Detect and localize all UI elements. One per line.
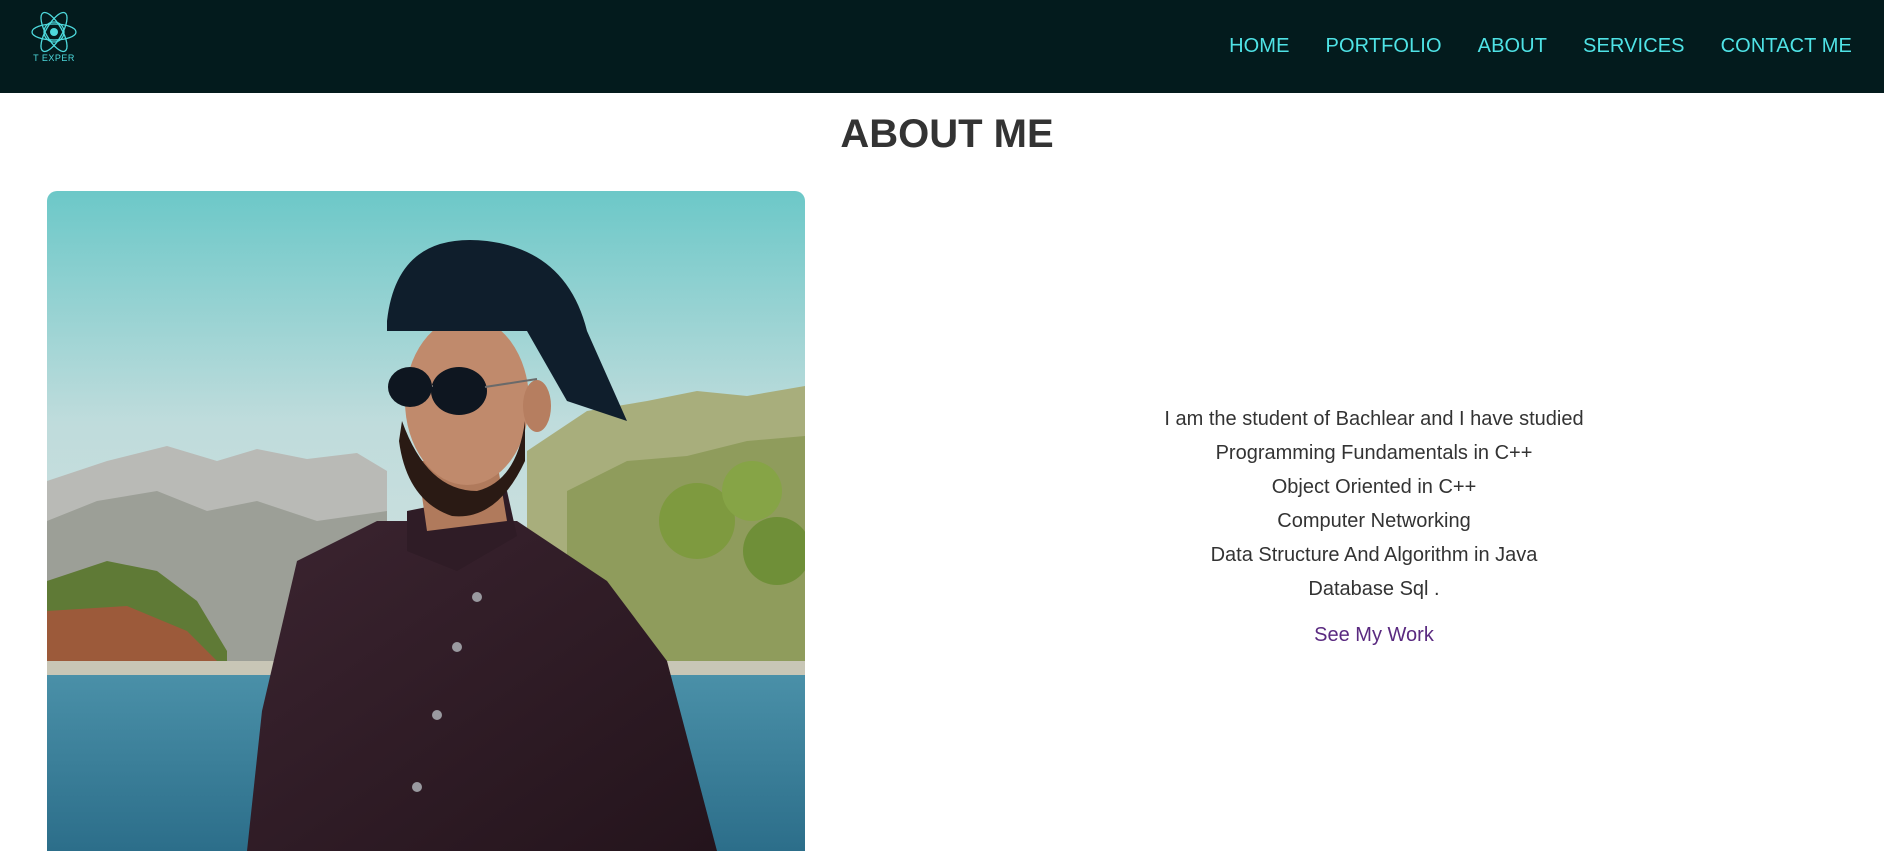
atom-logo-icon — [31, 11, 77, 53]
nav-portfolio[interactable]: PORTFOLIO — [1326, 35, 1442, 58]
about-line: Programming Fundamentals in C++ — [1215, 442, 1533, 464]
nav-services[interactable]: SERVICES — [1583, 35, 1685, 58]
nav-home[interactable]: HOME — [1229, 35, 1289, 58]
see-my-work-link[interactable]: See My Work — [1314, 624, 1434, 647]
navbar: T EXPER HOME PORTFOLIO ABOUT SERVICES CO… — [0, 0, 1884, 93]
about-description: I am the student of Bachlear and I have … — [1074, 402, 1674, 647]
main-nav: HOME PORTFOLIO ABOUT SERVICES CONTACT ME — [1193, 0, 1852, 93]
about-line: Computer Networking — [1277, 510, 1471, 532]
site-logo[interactable]: T EXPER — [26, 10, 82, 72]
portrait-photo — [47, 191, 805, 851]
about-line: Database Sql . — [1308, 578, 1440, 600]
logo-text: T EXPER — [33, 53, 75, 63]
about-line: Data Structure And Algorithm in Java — [1210, 544, 1538, 566]
about-line: I am the student of Bachlear and I have … — [1164, 408, 1584, 430]
page-title: ABOUT ME — [840, 112, 1054, 156]
about-line: Object Oriented in C++ — [1271, 476, 1477, 498]
nav-about[interactable]: ABOUT — [1478, 35, 1547, 58]
nav-contact[interactable]: CONTACT ME — [1721, 35, 1852, 58]
